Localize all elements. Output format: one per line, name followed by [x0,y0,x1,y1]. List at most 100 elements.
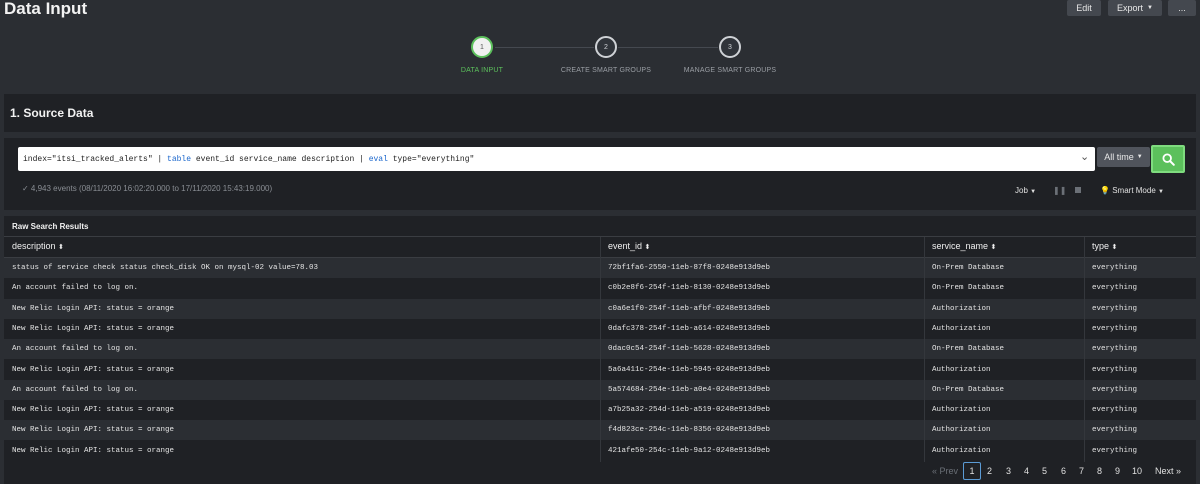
column-header-label: service_name [932,241,989,251]
column-header-type[interactable]: type ⬍ [1092,241,1117,251]
cell-type: everything [1092,385,1138,394]
job-menu[interactable]: Job ▼ [1015,186,1036,195]
cell-description: An account failed to log on. [12,345,139,354]
query-text: index="itsi_tracked_alerts" | [23,155,168,164]
step-3-circle[interactable]: 3 [719,36,741,58]
more-button-label: ... [1178,3,1186,13]
cell-event-id: 421afe50-254c-11eb-9a12-0248e913d9eb [608,446,771,455]
cell-type: everything [1092,365,1138,374]
cell-description: New Relic Login API: status = orange [12,324,175,333]
time-picker-dropdown[interactable]: All time ▼ [1097,147,1150,167]
page-link-1[interactable]: 1 [963,462,981,480]
page-link-10[interactable]: 10 [1132,466,1142,476]
cell-service-name: Authorization [932,406,991,415]
cell-type: everything [1092,304,1138,313]
cell-event-id: 5a574684-254e-11eb-a0e4-0248e913d9eb [608,385,771,394]
source-data-header [4,94,1196,132]
page-link-4[interactable]: 4 [1024,466,1029,476]
edit-button[interactable]: Edit [1067,0,1101,16]
step-2-label: CREATE SMART GROUPS [560,67,652,74]
search-status: ✓ 4,943 events (08/11/2020 16:02:20.000 … [22,184,273,193]
sort-icon: ⬍ [58,244,64,251]
step-1-number: 1 [480,43,484,51]
cell-service-name: On-Prem Database [932,284,1005,293]
step-1-circle[interactable]: 1 [471,36,493,58]
query-keyword-table: table [167,155,192,164]
cell-description: status of service check status check_dis… [12,264,319,272]
column-header-label: description [12,241,56,251]
column-divider [600,237,601,462]
cell-description: An account failed to log on. [12,284,139,293]
chevron-down-icon[interactable]: ⌄ [1080,150,1089,163]
next-page-link[interactable]: Next » [1155,466,1181,476]
cell-event-id: f4d823ce-254c-11eb-8356-0248e913d9eb [608,426,771,435]
sort-icon: ⬍ [990,244,997,251]
export-button[interactable]: Export ▼ [1108,0,1162,16]
step-connector [495,47,594,48]
cell-description: New Relic Login API: status = orange [12,304,175,313]
more-button[interactable]: ... [1168,0,1196,16]
search-mode-menu[interactable]: 💡 Smart Mode ▼ [1100,186,1164,195]
step-1-label: DATA INPUT [460,67,504,74]
page-link-9[interactable]: 9 [1115,466,1120,476]
cell-type: everything [1092,446,1138,455]
sort-icon: ⬍ [644,244,651,251]
edit-button-label: Edit [1076,3,1092,13]
column-header-event-id[interactable]: event_id ⬍ [608,241,650,251]
caret-down-icon: ▼ [1158,189,1164,195]
cell-description: An account failed to log on. [12,385,139,394]
cell-type: everything [1092,324,1138,333]
cell-description: New Relic Login API: status = orange [12,406,175,415]
column-header-label: event_id [608,241,643,251]
column-header-description[interactable]: description ⬍ [12,241,64,251]
page-link-5[interactable]: 5 [1042,466,1047,476]
step-2-number: 2 [604,43,608,51]
cell-event-id: c0a6e1f0-254f-11eb-afbf-0248e913d9eb [608,304,771,313]
cell-type: everything [1092,406,1138,415]
cell-service-name: On-Prem Database [932,264,1005,272]
page-link-6[interactable]: 6 [1061,466,1066,476]
column-header-label: type [1092,241,1110,251]
export-button-label: Export [1117,3,1144,13]
cell-type: everything [1092,345,1138,354]
prev-page-link[interactable]: « Prev [932,466,958,476]
column-header-service-name[interactable]: service_name ⬍ [932,241,996,251]
search-mode-label: Smart Mode [1112,186,1156,195]
query-text: event_id service_name description | [191,155,369,164]
lightbulb-icon: 💡 [1100,186,1110,195]
cell-event-id: c0b2e8f6-254f-11eb-8130-0248e913d9eb [608,284,771,293]
page-title: Data Input [4,0,88,18]
search-button[interactable] [1151,145,1185,173]
page-link-2[interactable]: 2 [987,466,992,476]
cell-event-id: 0dafc378-254f-11eb-a614-0248e913d9eb [608,324,771,333]
results-title: Raw Search Results [12,222,89,231]
sort-icon: ⬍ [1111,244,1118,251]
step-2-circle[interactable]: 2 [595,36,617,58]
cell-service-name: Authorization [932,365,991,374]
caret-down-icon: ▼ [1030,189,1037,195]
cell-type: everything [1092,426,1138,435]
stop-icon[interactable] [1075,187,1081,193]
cell-service-name: Authorization [932,446,991,455]
cell-service-name: Authorization [932,426,991,435]
step-3-label: MANAGE SMART GROUPS [683,67,777,74]
cell-event-id: a7b25a32-254d-11eb-a519-0248e913d9eb [608,406,771,415]
cell-service-name: On-Prem Database [932,385,1005,394]
page-link-7[interactable]: 7 [1079,466,1084,476]
column-divider [1084,237,1085,462]
cell-service-name: Authorization [932,324,991,333]
step-connector [618,47,718,48]
cell-service-name: Authorization [932,304,991,313]
pause-icon[interactable]: ❚❚ [1053,186,1066,195]
cell-service-name: On-Prem Database [932,345,1005,354]
query-keyword-eval: eval [368,155,388,164]
cell-description: New Relic Login API: status = orange [12,446,175,455]
caret-down-icon: ▼ [1136,154,1143,160]
cell-event-id: 5a6a411c-254e-11eb-5945-0248e913d9eb [608,365,771,374]
page-link-8[interactable]: 8 [1097,466,1102,476]
page-link-3[interactable]: 3 [1006,466,1011,476]
job-menu-label: Job [1015,186,1028,195]
section-title: 1. Source Data [10,106,94,120]
search-input[interactable]: index="itsi_tracked_alerts" | table even… [18,147,1095,171]
cell-description: New Relic Login API: status = orange [12,426,175,435]
